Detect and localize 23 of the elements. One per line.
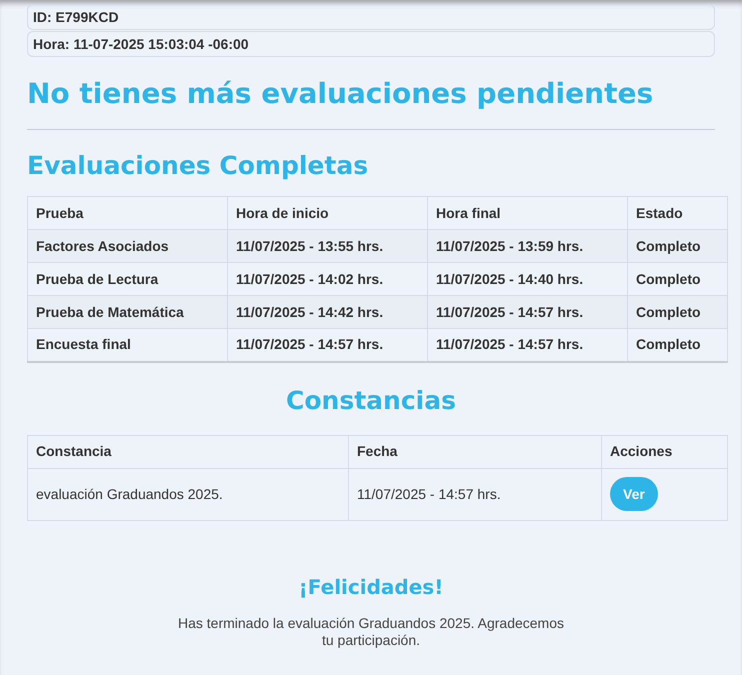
table-cell: 11/07/2025 - 14:57 hrs. xyxy=(428,296,628,328)
column-header: Prueba xyxy=(28,196,228,230)
view-button[interactable]: Ver xyxy=(610,477,658,511)
table-cell: 11/07/2025 - 13:59 hrs. xyxy=(428,230,628,262)
section-heading: Constancias xyxy=(285,384,457,416)
table-cell: Factores Asociados xyxy=(28,230,228,262)
column-header: Hora de inicio xyxy=(228,196,428,230)
table-cell: 11/07/2025 - 13:55 hrs. xyxy=(228,230,428,262)
table-cell: Completo xyxy=(628,230,728,262)
table-cell: 11/07/2025 - 14:42 hrs. xyxy=(228,296,428,328)
column-header: Acciones xyxy=(602,435,728,468)
table-cell: evaluación Graduandos 2025. xyxy=(28,468,348,520)
column-header: Fecha xyxy=(348,435,602,468)
congrats-heading: ¡Felicidades! xyxy=(298,574,444,600)
pending-heading: No tienes más evaluaciones pendientes xyxy=(27,76,654,112)
congrats-message: Has terminado la evaluación Graduandos 2025. Agradecemos tu participación. xyxy=(176,614,566,648)
table-cell: Completo xyxy=(628,296,728,328)
column-header: Constancia xyxy=(28,435,348,468)
section-heading: Evaluaciones Completas xyxy=(27,150,370,182)
column-header: Hora final xyxy=(428,196,628,230)
table-cell: Encuesta final xyxy=(28,328,228,362)
table-cell: 11/07/2025 - 14:57 hrs. xyxy=(348,468,602,520)
table-cell: Prueba de Matemática xyxy=(28,296,228,328)
